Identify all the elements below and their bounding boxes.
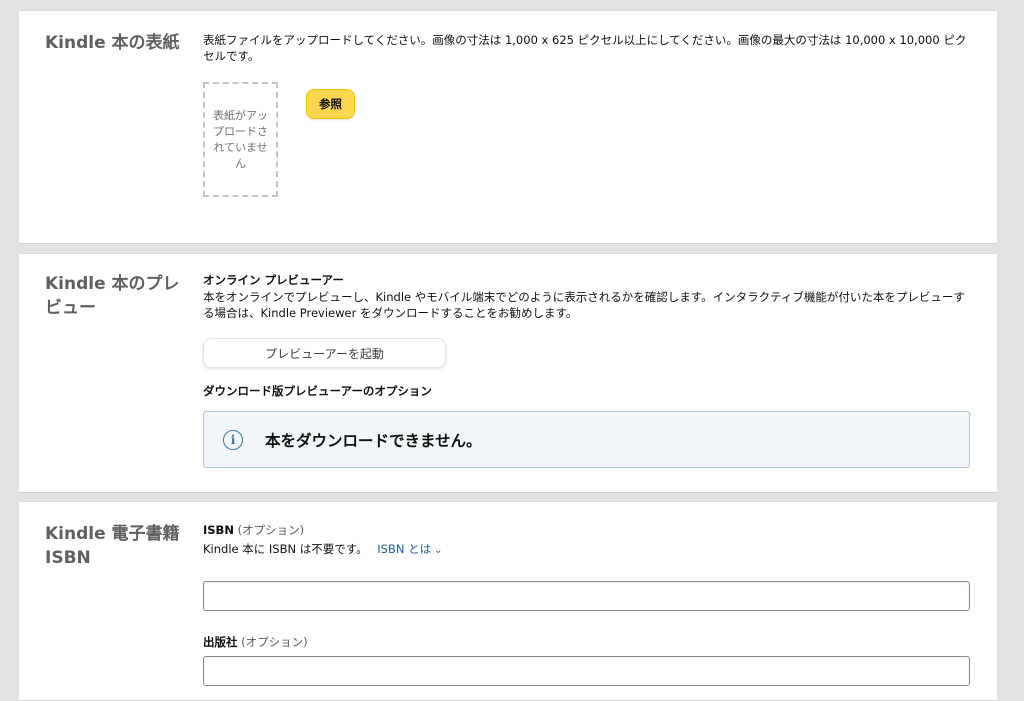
cover-placeholder: 表紙がアップロードされていません: [203, 82, 278, 197]
download-unavailable-alert: i 本をダウンロードできません。: [203, 411, 970, 468]
browse-button[interactable]: 参照: [306, 89, 355, 119]
what-is-isbn-link[interactable]: ISBN とは ⌄: [377, 542, 442, 556]
isbn-optional: (オプション): [237, 523, 305, 537]
cover-instructions: 表紙ファイルをアップロードしてください。画像の寸法は 1,000 x 625 ピ…: [203, 33, 967, 63]
info-icon: i: [223, 429, 243, 450]
preview-section: Kindle 本のプレビュー オンライン プレビューアー 本をオンラインでプレビ…: [19, 253, 997, 493]
online-previewer-description: 本をオンラインでプレビューし、Kindle やモバイル端末でどのように表示される…: [203, 290, 965, 320]
isbn-help-row: Kindle 本に ISBN は不要です。 ISBN とは ⌄: [203, 541, 443, 559]
isbn-section: Kindle 電子書籍 ISBN ISBN (オプション) Kindle 本に …: [19, 501, 997, 701]
alert-message: 本をダウンロードできません。: [265, 431, 482, 450]
publisher-label: 出版社: [203, 635, 238, 649]
launch-previewer-button[interactable]: プレビューアーを起動: [203, 338, 446, 368]
isbn-label: ISBN: [203, 523, 234, 537]
isbn-input[interactable]: [203, 581, 970, 611]
preview-section-title: Kindle 本のプレビュー: [45, 274, 180, 318]
what-is-isbn-label: ISBN とは: [377, 542, 432, 556]
publisher-input[interactable]: [203, 656, 970, 686]
chevron-down-icon: ⌄: [434, 545, 443, 556]
online-previewer-heading: オンライン プレビューアー: [203, 273, 344, 287]
download-previewer-heading: ダウンロード版プレビューアーのオプション: [203, 384, 432, 398]
isbn-label-row: ISBN (オプション): [203, 522, 304, 538]
cover-section-title: Kindle 本の表紙: [45, 33, 180, 53]
cover-section: Kindle 本の表紙 表紙ファイルをアップロードしてください。画像の寸法は 1…: [19, 10, 997, 244]
publisher-label-row: 出版社 (オプション): [203, 634, 308, 650]
publisher-optional: (オプション): [241, 635, 308, 649]
kdp-ebook-content-page: Kindle 本の表紙 表紙ファイルをアップロードしてください。画像の寸法は 1…: [0, 0, 1024, 701]
isbn-not-required-text: Kindle 本に ISBN は不要です。: [203, 542, 368, 556]
isbn-section-title: Kindle 電子書籍 ISBN: [45, 524, 180, 568]
